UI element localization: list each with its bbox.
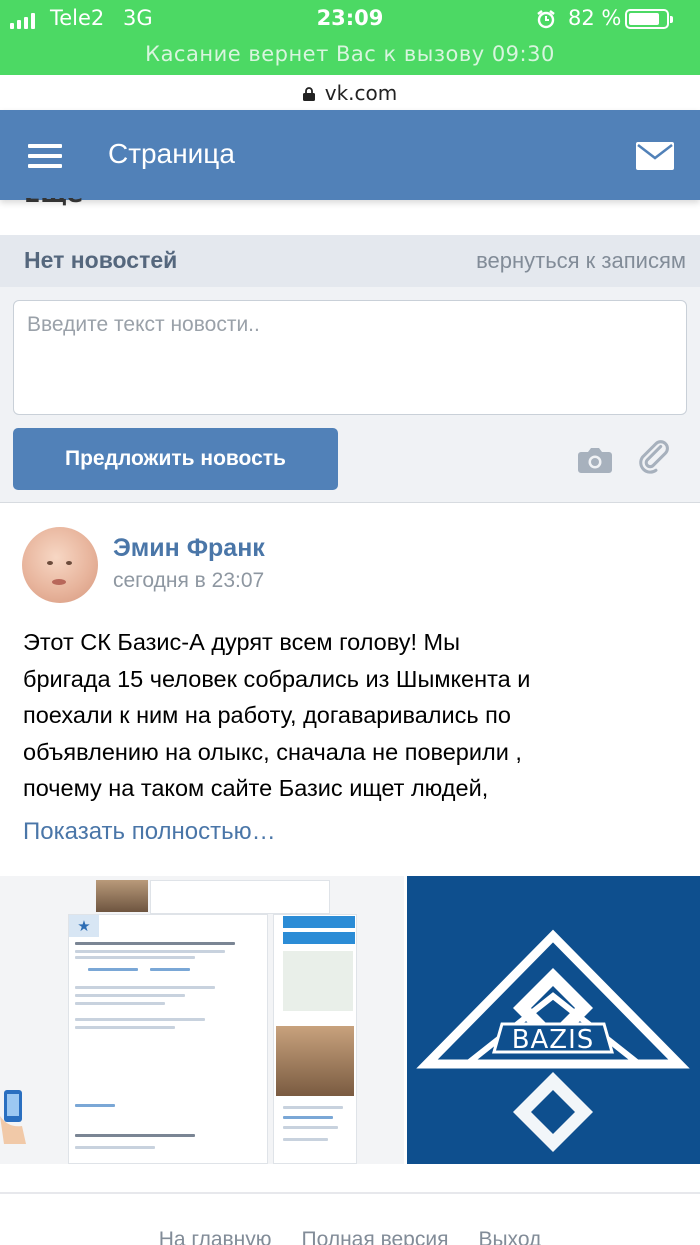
star-icon: ★: [69, 915, 99, 937]
news-title: Нет новостей: [24, 247, 178, 273]
phone-icon: [0, 1090, 26, 1144]
logo-text: BAZIS: [512, 1025, 595, 1055]
avatar[interactable]: [22, 527, 98, 603]
camera-icon[interactable]: [578, 447, 612, 473]
clipped-heading: Ещё: [24, 198, 83, 208]
suggest-news-button[interactable]: Предложить новость: [13, 428, 338, 490]
post-text-line: объявлению на олыкс, сначала не поверили…: [23, 738, 522, 765]
post-text-line: почему на таком сайте Базис ищет людей,: [23, 775, 489, 801]
post-text-line: бригада 15 человек собрались из Шымкента…: [23, 665, 531, 692]
address-bar[interactable]: vk.com: [0, 75, 700, 110]
post-author[interactable]: Эмин Франк: [113, 534, 265, 563]
show-more-link[interactable]: Показать полностью…: [23, 818, 276, 846]
battery-icon: [625, 9, 673, 29]
mail-icon[interactable]: [636, 142, 674, 170]
post-text-line: Этот СК Базис-А дурят всем голову! Мы: [23, 629, 460, 655]
top-header: Страница: [0, 110, 700, 200]
post-image-screenshot[interactable]: ★: [0, 876, 404, 1164]
url-text: vk.com: [324, 80, 398, 105]
footer: На главную Полная версия Выход: [0, 1194, 700, 1245]
wall-post: Эмин Франк сегодня в 23:07 Этот СК Базис…: [0, 503, 700, 1193]
post-image-logo[interactable]: BAZIS: [407, 876, 700, 1164]
battery-percent: 82 %: [568, 6, 622, 30]
footer-link-home[interactable]: На главную: [159, 1228, 272, 1245]
news-text-input[interactable]: Введите текст новости..: [13, 300, 687, 415]
news-section-header: Нет новостей вернуться к записям: [0, 235, 700, 287]
post-date[interactable]: сегодня в 23:07: [113, 569, 264, 593]
suggest-news-form: Введите текст новости.. Предложить новос…: [0, 287, 700, 503]
alarm-icon: [537, 10, 555, 29]
post-text: Этот СК Базис-А дурят всем голову! Мы бр…: [23, 624, 683, 807]
post-text-line: поехали к ним на работу, догаваривались …: [23, 702, 511, 728]
status-bar: Tele2 3G 23:09 82 % Касание вернет Вас к…: [0, 0, 700, 75]
back-to-posts-link[interactable]: вернуться к записям: [476, 248, 686, 274]
footer-link-full-version[interactable]: Полная версия: [302, 1228, 449, 1245]
menu-icon[interactable]: [28, 144, 62, 168]
page-title: Страница: [108, 138, 235, 169]
call-return-banner[interactable]: Касание вернет Вас к вызову 09:30: [0, 42, 700, 66]
attach-icon[interactable]: [638, 440, 674, 476]
footer-link-logout[interactable]: Выход: [478, 1228, 541, 1245]
lock-icon: [302, 86, 315, 101]
bazis-logo-icon: BAZIS: [407, 876, 700, 1164]
